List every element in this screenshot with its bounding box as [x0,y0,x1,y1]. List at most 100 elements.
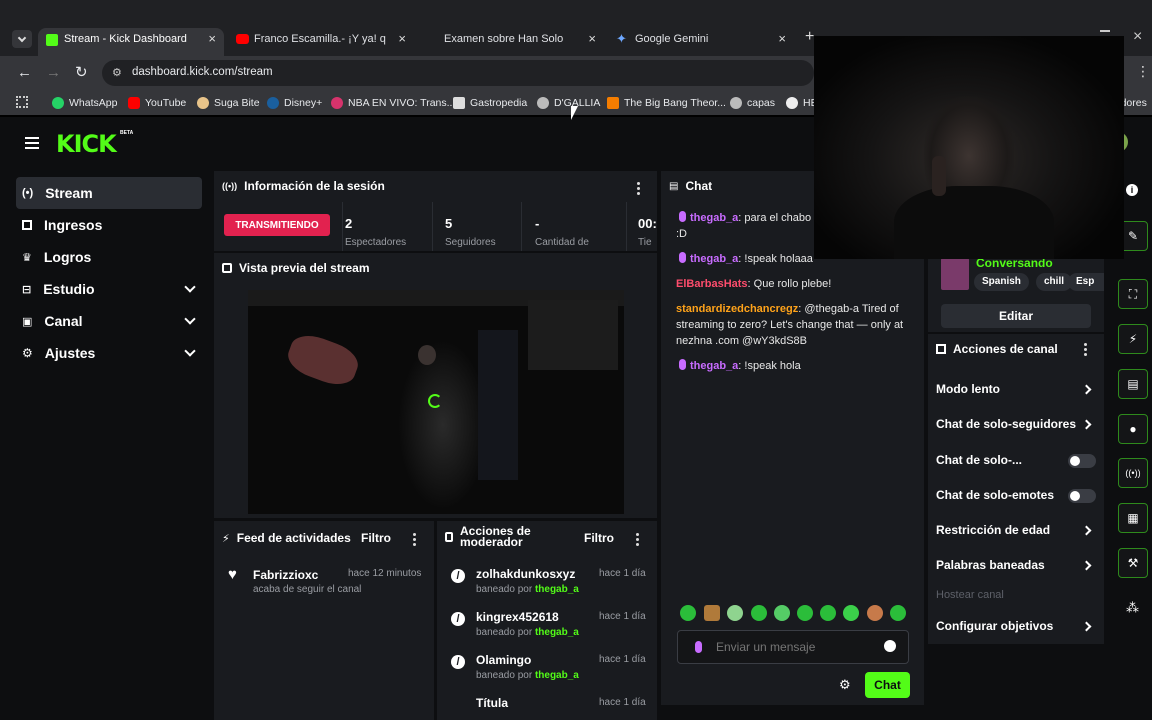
chat-message-input[interactable] [716,637,876,657]
action-label: Palabras baneadas [936,558,1045,572]
close-tab-icon[interactable]: × [208,31,216,46]
chat-icon: ▤ [669,180,679,192]
layout-button[interactable]: ▦ [1118,503,1148,533]
minimize-icon[interactable] [1100,30,1110,32]
site-info-icon[interactable]: ⚙ [112,66,122,79]
mod-filter-button[interactable]: Filtro [584,531,614,545]
emote-icon[interactable] [727,605,743,621]
chat-input-box[interactable] [677,630,909,664]
moderator-name[interactable]: thegab_a [535,670,579,681]
new-tab-icon[interactable]: + [805,28,814,46]
action-label: Chat de solo-... [936,453,1023,467]
back-icon[interactable]: ← [17,64,32,81]
action-label: Restricción de edad [936,523,1051,537]
tools-button[interactable]: ⚒ [1118,548,1148,578]
bookmark-suga-bite[interactable]: Suga Bite [197,94,260,112]
hamburger-menu-icon[interactable] [25,137,39,149]
apps-grid-icon[interactable] [16,96,28,108]
chat-settings-icon[interactable]: ⚙ [839,677,851,693]
sidebar-item-stream[interactable]: (•) Stream [16,177,202,209]
bookmark-hb[interactable]: HB [786,94,818,112]
more-options-icon[interactable] [413,533,417,546]
apps-icon[interactable]: ⁂ [1126,600,1139,616]
chat-username[interactable]: ElBarbasHats [676,278,748,290]
url-field[interactable]: ⚙ dashboard.kick.com/stream [102,60,814,86]
bookmark-youtube[interactable]: YouTube [128,94,186,112]
channel-actions-title: Acciones de canal [953,342,1058,356]
emote-icon[interactable] [774,605,790,621]
kick-logo[interactable]: KICK BETA [56,130,133,158]
configure-goals-row[interactable]: Configurar objetivos [936,619,1096,637]
sidebar-item-logros[interactable]: ♛ Logros [16,241,202,273]
forward-icon[interactable]: → [46,64,61,81]
emote-icon[interactable] [704,605,720,621]
chat-username[interactable]: thegab_a [690,253,738,265]
tag-chip[interactable]: Esp [1068,273,1104,291]
feed-item: ♥ Fabrizzioxc hace 12 minutos acaba de s… [214,561,434,601]
slow-mode-row[interactable]: Modo lento [936,382,1096,400]
emote-icon[interactable] [751,605,767,621]
chat-send-button[interactable]: Chat [865,672,910,698]
fullscreen-button[interactable]: ⛶ [1118,279,1148,309]
emote-icon[interactable] [680,605,696,621]
stat-label: Cantidad de [535,237,589,248]
activity-feed-panel: ⚡ Feed de actividades Filtro ♥ Fabrizzio… [214,521,434,720]
close-tab-icon[interactable]: × [398,31,406,46]
menu-icon[interactable]: ⋮ [1136,63,1150,80]
tab-kick-dashboard[interactable]: Stream - Kick Dashboard × [38,28,224,56]
bookmark-nba[interactable]: NBA EN VIVO: Trans... [331,94,455,112]
emote-icon[interactable] [797,605,813,621]
chat-username[interactable]: standardizedchancregz [676,303,798,315]
close-tab-icon[interactable]: × [778,31,786,46]
quick-actions-button[interactable]: ⚡ [1118,324,1148,354]
sidebar-item-ingresos[interactable]: Ingresos [16,209,202,241]
moderator-name[interactable]: thegab_a [535,584,579,595]
stream-video-preview[interactable] [248,290,624,514]
sidebar-item-estudio[interactable]: ⊟ Estudio [16,273,202,305]
tab-youtube[interactable]: Franco Escamilla.- ¡Y ya! quinta × [228,28,412,52]
banned-words-row[interactable]: Palabras baneadas [936,558,1096,576]
broadcast-button[interactable]: ((•)) [1118,458,1148,488]
emote-icon[interactable] [843,605,859,621]
chat-username[interactable]: thegab_a [690,360,738,372]
followers-only-row[interactable]: Chat de solo-seguidores [936,417,1096,435]
ban-icon: / [451,655,465,669]
tab-search-button[interactable] [12,30,32,48]
moderator-name[interactable]: thegab_a [535,627,579,638]
more-options-icon[interactable] [636,533,640,546]
chat-text: Que rollo plebe! [753,278,832,290]
mic-icon[interactable] [695,641,702,653]
tab-gemini[interactable]: ✦ Google Gemini × [608,28,794,52]
more-options-icon[interactable] [1084,343,1088,356]
bookmark-disney[interactable]: Disney+ [267,94,322,112]
emotes-only-toggle[interactable] [1068,489,1096,503]
bookmark-big-bang[interactable]: The Big Bang Theor... [607,94,726,112]
emoji-icon[interactable] [884,640,896,652]
chat-username[interactable]: thegab_a [690,212,738,224]
sidebar-item-ajustes[interactable]: ⚙ Ajustes [16,337,202,369]
subscribers-only-toggle[interactable] [1068,454,1096,468]
sidebar-item-canal[interactable]: ▣ Canal [16,305,202,337]
bookmark-capas[interactable]: capas [730,94,775,112]
tag-chip[interactable]: chill [1036,273,1073,291]
bookmark-gastropedia[interactable]: Gastropedia [453,94,527,112]
tab-han-solo[interactable]: Examen sobre Han Solo × [418,28,604,52]
reload-icon[interactable]: ↻ [75,63,88,81]
globe-icon [730,97,742,109]
chat-toggle-button[interactable]: ● [1118,414,1148,444]
tag-chip[interactable]: Spanish [974,273,1029,291]
edit-button[interactable]: Editar [941,304,1091,328]
feed-filter-button[interactable]: Filtro [361,531,391,545]
emote-icon[interactable] [867,605,883,621]
more-options-icon[interactable] [637,182,641,195]
close-tab-icon[interactable]: × [588,31,596,46]
emote-icon[interactable] [820,605,836,621]
age-restriction-row[interactable]: Restricción de edad [936,523,1096,541]
broadcast-icon: ((•)) [222,181,238,191]
info-icon[interactable]: i [1126,184,1138,196]
bookmark-whatsapp[interactable]: WhatsApp [52,94,117,112]
bookmark-dgallia[interactable]: D'GALLIA [537,94,600,112]
notes-button[interactable]: ▤ [1118,369,1148,399]
emote-icon[interactable] [890,605,906,621]
close-window-icon[interactable]: × [1133,28,1142,46]
